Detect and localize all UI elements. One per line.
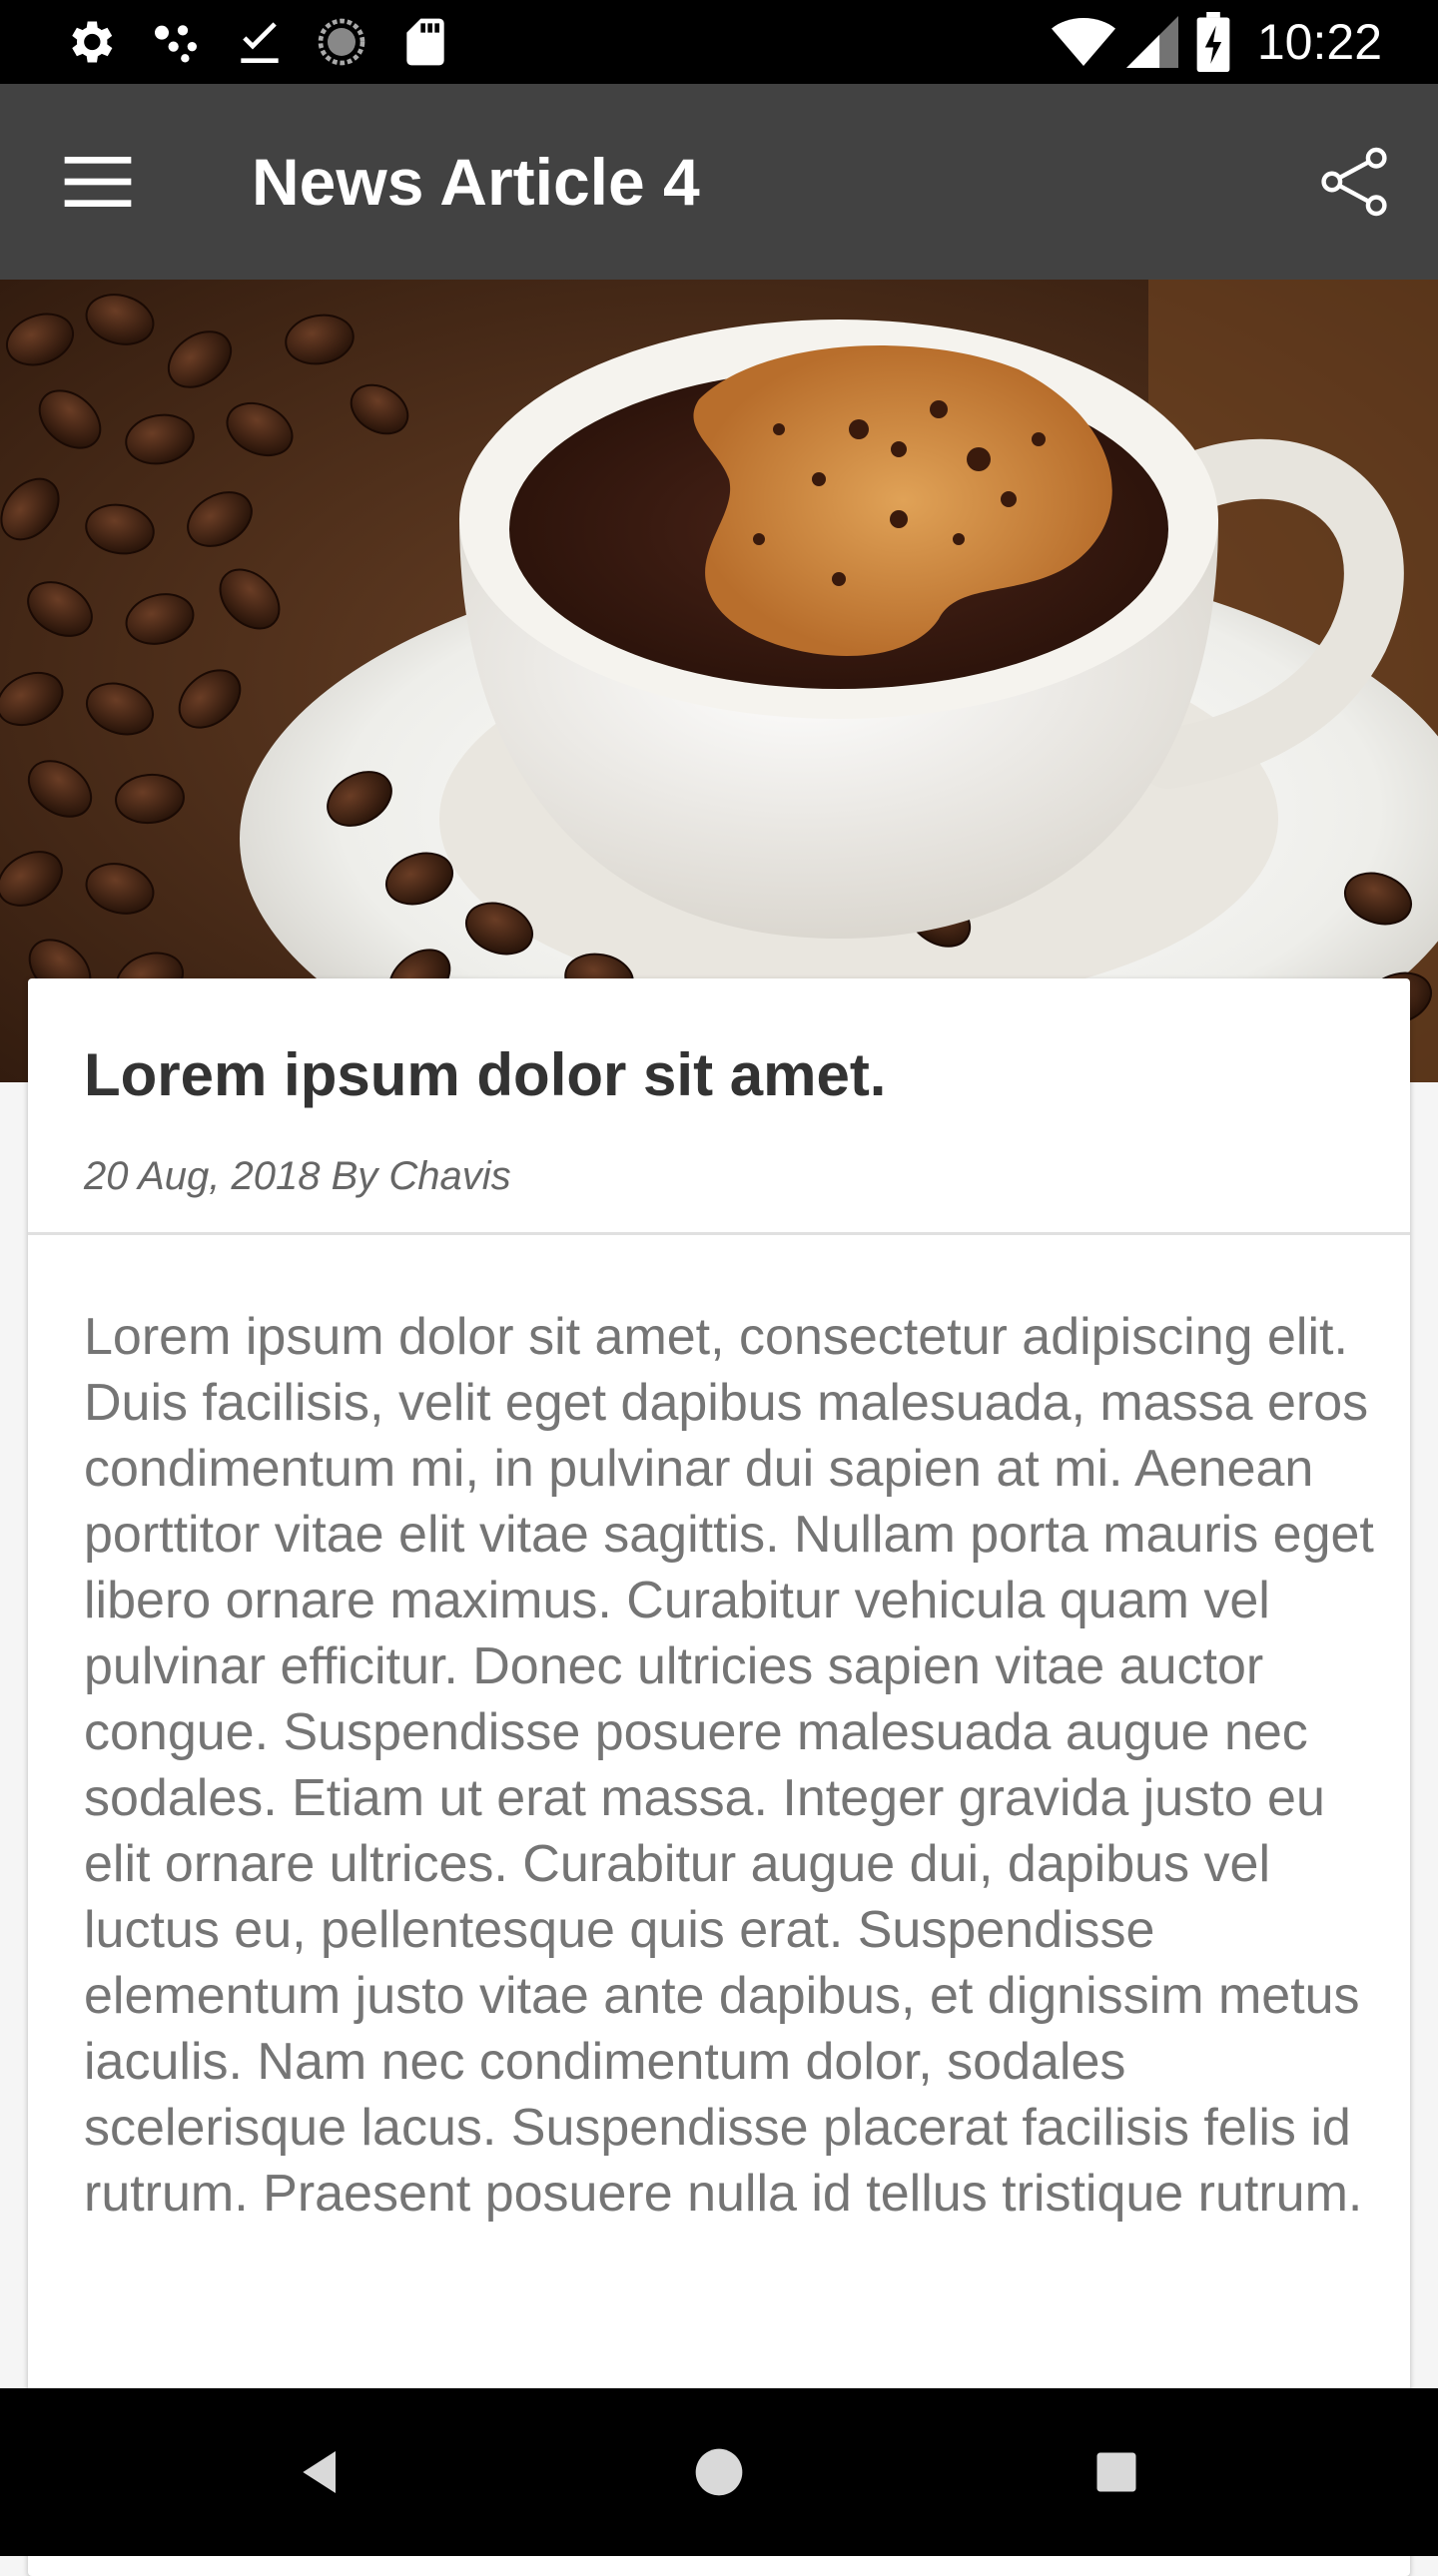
share-button[interactable] (1298, 132, 1410, 232)
back-icon (303, 2451, 336, 2493)
dots-icon (146, 14, 206, 70)
share-icon (1321, 147, 1387, 217)
menu-button[interactable] (40, 134, 156, 230)
article-body: Lorem ipsum dolor sit amet, consectetur … (84, 1308, 1374, 2223)
divider (28, 1232, 1410, 1235)
page-title: News Article 4 (252, 145, 700, 219)
settings-icon (60, 14, 120, 70)
navigation-bar (0, 2388, 1438, 2556)
clock-time: 10:22 (1256, 14, 1382, 70)
sd-card-icon (395, 14, 455, 70)
wifi-icon (1049, 14, 1118, 70)
coffee-cup-photo (0, 280, 1438, 1082)
recents-button[interactable] (1067, 2422, 1166, 2522)
home-button[interactable] (669, 2422, 769, 2522)
back-button[interactable] (272, 2422, 371, 2522)
article-card: Lorem ipsum dolor sit amet. 20 Aug, 2018… (28, 978, 1410, 2576)
home-icon (695, 2448, 743, 2496)
hero-image (0, 280, 1438, 1082)
signal-icon (1122, 14, 1182, 70)
app-bar: News Article 4 (0, 84, 1438, 280)
article-title: Lorem ipsum dolor sit amet. (84, 1041, 887, 1108)
status-bar: 10:22 (0, 0, 1438, 84)
hamburger-menu-icon (64, 157, 132, 207)
article-meta: 20 Aug, 2018 By Chavis (84, 1154, 511, 1198)
battery-charging-icon (1190, 12, 1236, 72)
download-done-icon (230, 14, 290, 70)
sync-icon (312, 14, 371, 70)
recents-icon (1096, 2452, 1136, 2492)
